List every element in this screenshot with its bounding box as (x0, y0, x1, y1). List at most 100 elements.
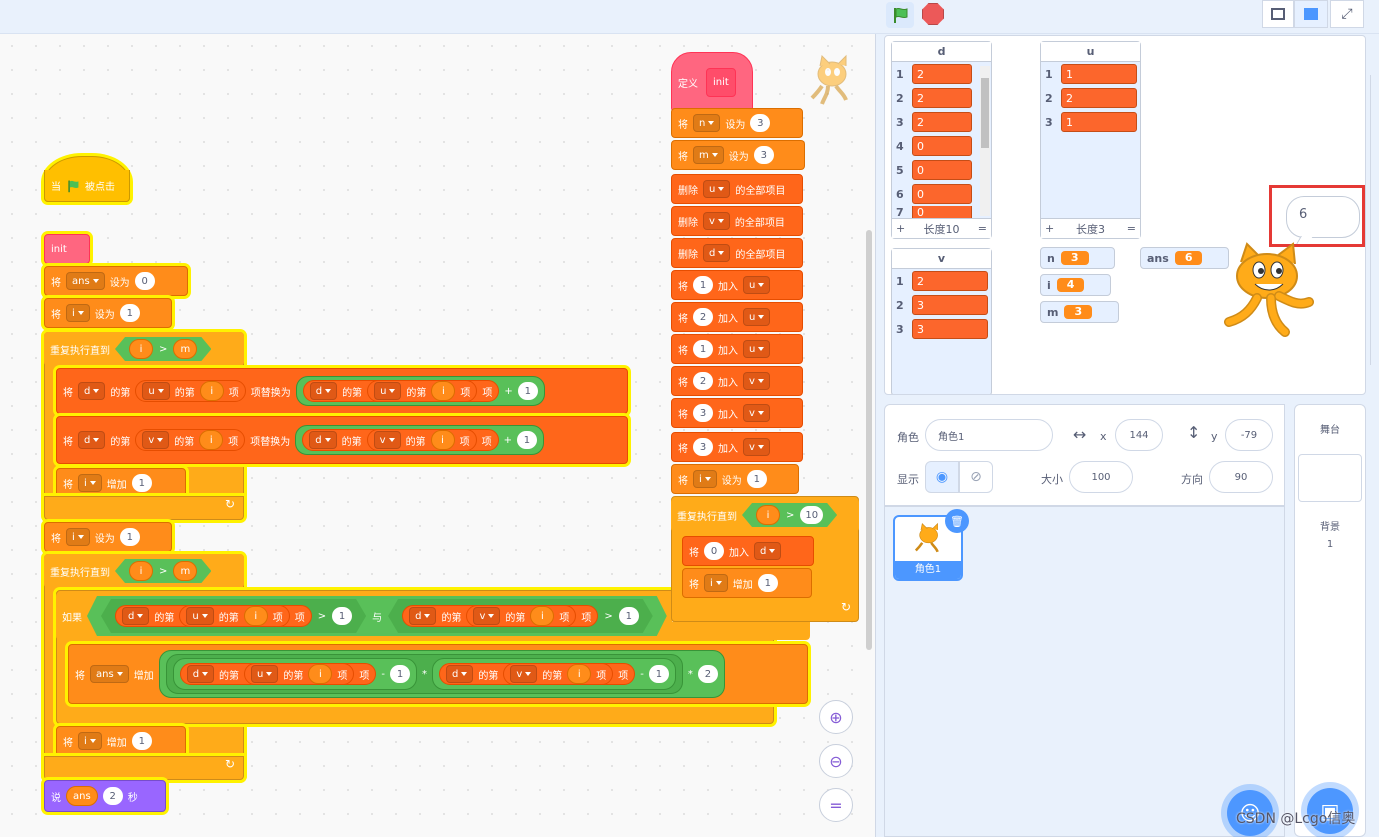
item-of-list-reporter[interactable]: v 的第 i 项 (135, 429, 246, 451)
add-1-to-u-block-2[interactable]: 将 1 加入 u (671, 334, 803, 364)
list-dropdown[interactable]: d (122, 607, 149, 625)
add-1-to-u-block[interactable]: 将 1 加入 u (671, 270, 803, 300)
list-dropdown[interactable]: d (754, 542, 782, 560)
variable-reporter[interactable]: i (530, 606, 554, 626)
show-visible-button[interactable]: ◉ (925, 461, 959, 493)
delete-all-u-block[interactable]: 删除 u 的全部项目 (671, 174, 803, 204)
delete-all-v-block[interactable]: 删除 v 的全部项目 (671, 206, 803, 236)
number-input[interactable]: 1 (390, 665, 410, 683)
list-dropdown[interactable]: d (309, 382, 338, 400)
size-input[interactable]: 100 (1069, 461, 1133, 493)
y-input[interactable]: -79 (1225, 419, 1273, 451)
variable-dropdown[interactable]: i (704, 574, 728, 592)
stage-thumbnail[interactable] (1298, 454, 1362, 502)
list-dropdown[interactable]: d (309, 431, 337, 449)
variable-reporter[interactable]: i (431, 381, 456, 401)
call-init-block[interactable]: init (44, 234, 90, 264)
direction-input[interactable]: 90 (1209, 461, 1273, 493)
list-dropdown[interactable]: d (409, 607, 436, 625)
list-cell[interactable]: 2 (912, 64, 972, 84)
list-dropdown[interactable]: u (251, 665, 279, 683)
variable-reporter[interactable]: i (199, 430, 224, 450)
set-m-block[interactable]: 将 m 设为 3 (671, 140, 805, 170)
variable-dropdown[interactable]: n (693, 114, 721, 132)
item-of-list-reporter[interactable]: d 的第 u 的第 i 项 项 (302, 380, 500, 402)
number-input[interactable]: 1 (746, 470, 767, 488)
variable-reporter[interactable]: i (244, 606, 268, 626)
list-dropdown[interactable]: u (703, 180, 731, 198)
number-input[interactable]: 3 (753, 146, 774, 164)
stage[interactable]: d 12 22 32 40 50 60 70 + 长度10 = u 11 22 … (884, 35, 1366, 395)
large-stage-button[interactable] (1294, 0, 1328, 28)
item-of-list-reporter[interactable]: u 的第 i 项 (179, 605, 289, 627)
number-input[interactable]: 1 (332, 607, 352, 625)
variable-reporter[interactable]: i (567, 664, 592, 684)
list-dropdown[interactable]: u (374, 382, 402, 400)
add-item-button[interactable]: + (1045, 222, 1054, 235)
zoom-reset-button[interactable]: = (819, 788, 853, 822)
number-input[interactable]: 3 (693, 404, 713, 422)
delete-all-d-block[interactable]: 删除 d 的全部项目 (671, 238, 803, 268)
set-i-init-block[interactable]: 将 i 设为 1 (671, 464, 799, 494)
list-dropdown[interactable]: d (78, 382, 106, 400)
list-cell[interactable]: 1 (1061, 64, 1137, 84)
number-input[interactable]: 1 (119, 304, 140, 322)
multiply-operator[interactable]: d 的第 u 的第 i 项 项 - 1 * d 的第 v 的第 i 项 项 - … (165, 654, 683, 694)
list-cell[interactable]: 0 (912, 206, 972, 218)
variable-reporter[interactable]: m (173, 339, 197, 359)
delete-sprite-button[interactable]: 🗑 (945, 509, 969, 533)
resize-handle[interactable]: = (1127, 222, 1136, 235)
repeat-until-1-header[interactable]: 重复执行直到 i > m (44, 332, 244, 366)
number-input[interactable]: 1 (131, 732, 152, 750)
item-of-list-reporter[interactable]: d 的第 u 的第 i 项 项 (179, 663, 377, 685)
say-for-secs-block[interactable]: 说 ans 2 秒 (44, 780, 166, 812)
zoom-out-button[interactable]: ⊖ (819, 744, 853, 778)
number-input[interactable]: 1 (119, 528, 140, 546)
and-condition[interactable]: d 的第 u 的第 i 项 项 > 1 与 d 的第 v 的第 i 项 项 > … (87, 596, 667, 636)
add-operator[interactable]: d 的第 u 的第 i 项 项 + 1 (295, 376, 545, 406)
x-input[interactable]: 144 (1115, 419, 1163, 451)
variable-dropdown[interactable]: i (66, 304, 90, 322)
add-3-to-v-block[interactable]: 将 3 加入 v (671, 398, 803, 428)
number-input[interactable]: 2 (693, 372, 713, 390)
variable-dropdown[interactable]: i (78, 474, 102, 492)
variable-dropdown[interactable]: ans (90, 665, 129, 683)
variable-dropdown[interactable]: ans (66, 272, 105, 290)
number-input[interactable]: 1 (517, 382, 538, 400)
list-scrollbar[interactable] (980, 66, 990, 216)
number-input[interactable]: 2 (693, 308, 713, 326)
item-of-list-reporter[interactable]: d 的第 v 的第 i 项 项 (439, 663, 636, 685)
variable-reporter[interactable]: m (173, 561, 197, 581)
add-operator[interactable]: d 的第 v 的第 i 项 项 + 1 (295, 425, 544, 455)
list-dropdown[interactable]: d (446, 665, 474, 683)
variable-reporter[interactable]: i (308, 664, 333, 684)
item-of-list-reporter[interactable]: u 的第 i 项 (367, 380, 478, 402)
item-of-list-reporter[interactable]: v 的第 i 项 (503, 663, 614, 685)
change-i-block[interactable]: 将 i 增加 1 (56, 468, 186, 498)
set-i-block[interactable]: 将 i 设为 1 (44, 298, 172, 328)
init-prototype[interactable]: init (706, 67, 736, 97)
list-dropdown[interactable]: v (703, 212, 730, 230)
list-dropdown[interactable]: v (373, 431, 401, 449)
fullscreen-button[interactable]: ⤢ (1330, 0, 1364, 28)
number-input[interactable]: 2 (102, 787, 123, 805)
number-input[interactable]: 3 (750, 114, 771, 132)
sprite-name-input[interactable]: 角色1 (925, 419, 1053, 451)
list-dropdown[interactable]: v (743, 438, 770, 456)
list-dropdown[interactable]: v (510, 665, 538, 683)
replace-d-with-u-block[interactable]: 将 d 的第 u 的第 i 项 项替换为 d 的第 u 的第 i 项 项 + 1 (56, 368, 628, 414)
list-cell[interactable]: 2 (912, 112, 972, 132)
variable-dropdown[interactable]: i (66, 528, 90, 546)
zoom-in-button[interactable]: ⊕ (819, 700, 853, 734)
list-dropdown[interactable]: u (743, 340, 771, 358)
gt-condition[interactable]: d 的第 u 的第 i 项 项 > 1 (101, 599, 366, 633)
list-cell[interactable]: 2 (1061, 88, 1137, 108)
variable-reporter[interactable]: i (430, 430, 455, 450)
item-of-list-reporter[interactable]: d 的第 v 的第 i 项 项 (402, 605, 598, 627)
list-cell[interactable]: 0 (912, 160, 972, 180)
list-cell[interactable]: 1 (1061, 112, 1137, 132)
variable-reporter[interactable]: i (756, 505, 780, 525)
number-input[interactable]: 1 (693, 340, 713, 358)
number-input[interactable]: 0 (134, 272, 155, 290)
set-n-block[interactable]: 将 n 设为 3 (671, 108, 803, 138)
